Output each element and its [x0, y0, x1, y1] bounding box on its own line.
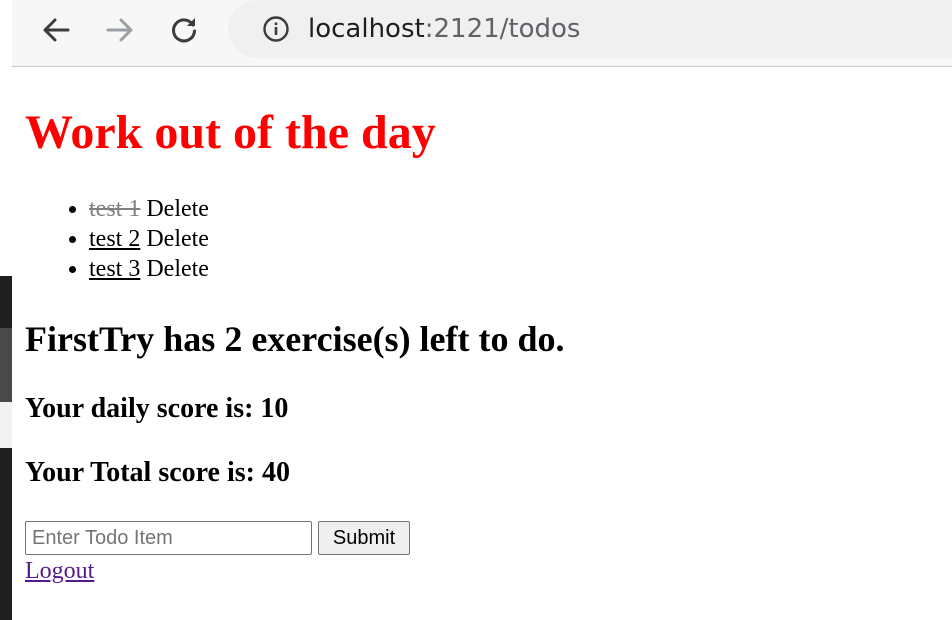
list-item: test 3 Delete — [89, 254, 209, 284]
todo-item-text[interactable]: test 2 — [89, 226, 140, 252]
url-text[interactable]: localhost:2121/todos — [308, 12, 580, 46]
todo-item-text[interactable]: test 3 — [89, 256, 140, 282]
delete-button[interactable]: Delete — [146, 196, 209, 222]
delete-button[interactable]: Delete — [146, 256, 209, 282]
daily-score-heading: Your daily score is: 10 — [25, 393, 289, 424]
back-button[interactable] — [36, 10, 76, 50]
todo-item-text[interactable]: test 1 — [89, 196, 140, 222]
total-score-heading: Your Total score is: 40 — [25, 457, 290, 488]
list-item: test 2 Delete — [89, 224, 209, 254]
list-item: test 1 Delete — [89, 194, 209, 224]
logout-link[interactable]: Logout — [25, 556, 94, 586]
delete-button[interactable]: Delete — [146, 226, 209, 252]
arrow-right-icon — [106, 18, 133, 42]
url-path: :2121/todos — [424, 14, 581, 44]
todo-input[interactable] — [25, 521, 312, 555]
submit-button[interactable]: Submit — [318, 521, 410, 555]
reload-button[interactable] — [164, 10, 204, 50]
forward-button[interactable] — [100, 10, 140, 50]
arrow-left-icon — [43, 18, 70, 42]
todo-list: test 1 Delete test 2 Delete test 3 Delet… — [25, 194, 209, 284]
left-window-edge — [0, 0, 12, 620]
exercises-left-heading: FirstTry has 2 exercise(s) left to do. — [25, 319, 565, 359]
browser-toolbar: localhost:2121/todos — [12, 0, 952, 67]
info-icon[interactable] — [262, 15, 290, 43]
reload-icon — [172, 18, 196, 43]
url-host: localhost — [308, 14, 425, 44]
page-title: Work out of the day — [25, 106, 436, 159]
address-bar[interactable]: localhost:2121/todos — [228, 0, 952, 58]
